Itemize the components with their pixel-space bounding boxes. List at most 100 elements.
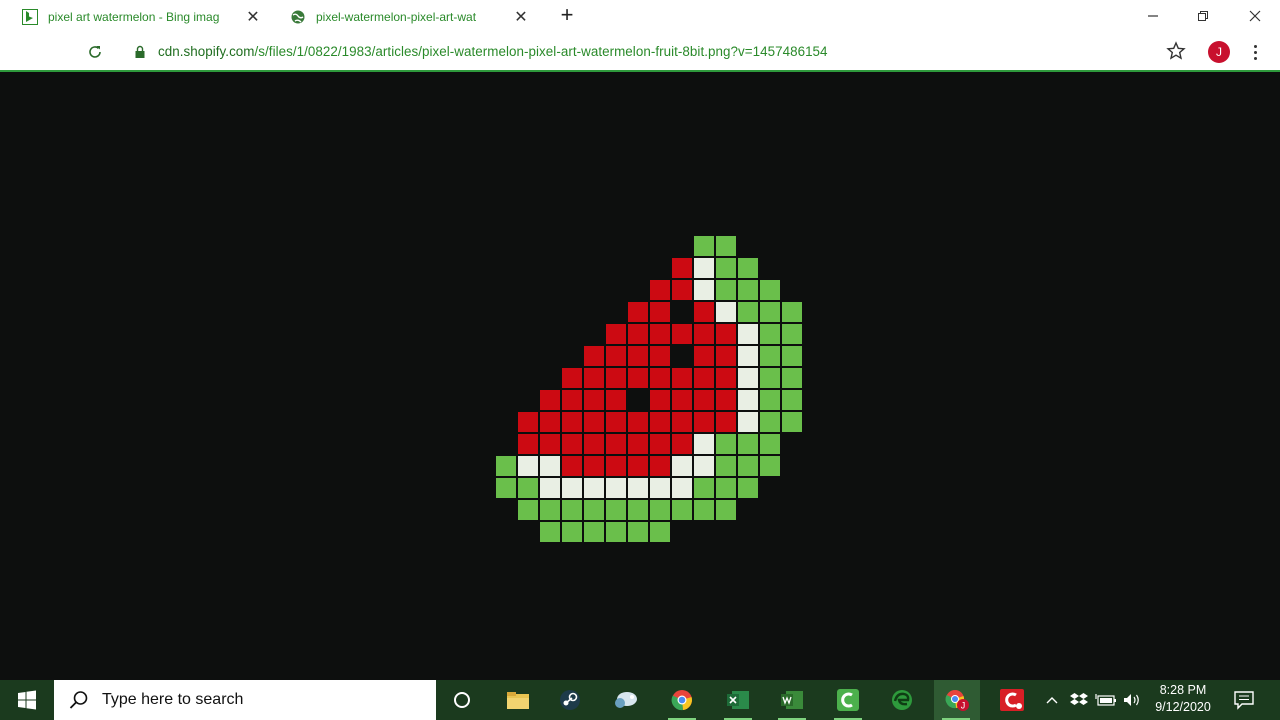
pixel-cell (562, 412, 582, 432)
tab-title: pixel-watermelon-pixel-art-wat (316, 10, 477, 24)
pixel-cell (738, 390, 758, 410)
close-window-button[interactable] (1232, 0, 1278, 32)
pixel-cell (694, 368, 714, 388)
svg-text:J: J (961, 701, 966, 711)
pixel-cell (650, 390, 670, 410)
word-icon[interactable] (770, 680, 814, 720)
system-clock[interactable]: 8:28 PM 9/12/2020 (1148, 682, 1218, 718)
pixel-cell (584, 500, 604, 520)
cortana-icon[interactable] (440, 680, 484, 720)
pixel-cell (760, 456, 780, 476)
pixel-cell (606, 412, 626, 432)
pixel-cell (694, 258, 714, 278)
pixel-cell (738, 324, 758, 344)
pixel-cell (628, 434, 648, 454)
file-explorer-icon[interactable] (496, 680, 540, 720)
pixel-cell (672, 412, 692, 432)
pixel-cell (716, 456, 736, 476)
edge-icon[interactable] (880, 680, 924, 720)
pixel-cell (650, 280, 670, 300)
pixel-cell (650, 412, 670, 432)
pixel-cell (628, 456, 648, 476)
pixel-cell (716, 368, 736, 388)
pixel-cell (672, 302, 692, 322)
pixel-cell (716, 302, 736, 322)
pixel-cell (716, 236, 736, 256)
pixel-cell (540, 456, 560, 476)
pixel-cell (562, 500, 582, 520)
camtasia-icon[interactable] (826, 680, 870, 720)
tab-image[interactable]: pixel-watermelon-pixel-art-wat ✕ (282, 0, 540, 34)
pixel-cell (672, 456, 692, 476)
pixel-cell (782, 324, 802, 344)
pixel-cell (760, 346, 780, 366)
pixel-cell (606, 456, 626, 476)
browser-toolbar: cdn.shopify.com/s/files/1/0822/1983/arti… (0, 34, 1280, 72)
pixel-cell (738, 412, 758, 432)
pixel-cell (606, 500, 626, 520)
dropbox-icon[interactable] (1068, 680, 1090, 720)
pixel-cell (562, 478, 582, 498)
pixel-cell (782, 390, 802, 410)
pixel-cell (606, 478, 626, 498)
pixel-cell (518, 456, 538, 476)
chrome-profile-icon[interactable]: J (934, 680, 980, 720)
globe-icon (290, 9, 306, 25)
battery-icon[interactable] (1094, 680, 1118, 720)
tab-bing-images[interactable]: pixel art watermelon - Bing imag ✕ (14, 0, 272, 34)
pixel-cell (738, 368, 758, 388)
new-tab-button[interactable]: + (556, 4, 578, 27)
bookmark-star-icon[interactable] (1166, 41, 1186, 61)
pixel-cell (738, 478, 758, 498)
chrome-icon[interactable] (660, 680, 704, 720)
pixel-cell (518, 412, 538, 432)
pixel-cell (496, 456, 516, 476)
pixel-cell (562, 368, 582, 388)
chevron-up-icon[interactable] (1042, 680, 1062, 720)
pixel-cell (738, 280, 758, 300)
network-app-icon[interactable] (604, 680, 648, 720)
clock-time: 8:28 PM (1159, 683, 1207, 697)
pixel-cell (628, 478, 648, 498)
minimize-button[interactable] (1130, 0, 1176, 32)
lock-icon[interactable] (134, 45, 146, 59)
taskbar-search-box[interactable]: Type here to search (54, 680, 436, 720)
volume-icon[interactable] (1120, 680, 1144, 720)
pixel-cell (628, 500, 648, 520)
pixel-cell (540, 478, 560, 498)
pixel-cell (650, 522, 670, 542)
pixel-cell (584, 434, 604, 454)
pixel-cell (760, 324, 780, 344)
pixel-cell (650, 302, 670, 322)
pixel-cell (694, 236, 714, 256)
notification-icon[interactable] (1232, 688, 1256, 712)
camtasia-recorder-icon[interactable] (990, 680, 1034, 720)
browser-menu-button[interactable] (1248, 41, 1262, 63)
pixel-cell (694, 280, 714, 300)
close-icon[interactable]: ✕ (512, 7, 530, 27)
close-icon (1249, 10, 1261, 22)
pixel-cell (628, 368, 648, 388)
steam-icon[interactable] (548, 680, 592, 720)
pixel-cell (606, 324, 626, 344)
pixel-cell (540, 500, 560, 520)
windows-taskbar: Type here to search J 8:28 PM 9/12/2020 (0, 680, 1280, 720)
pixel-cell (606, 434, 626, 454)
profile-avatar[interactable]: J (1208, 41, 1230, 63)
pixel-cell (628, 302, 648, 322)
pixel-cell (738, 346, 758, 366)
pixel-cell (540, 390, 560, 410)
tab-title: pixel art watermelon - Bing imag (48, 10, 220, 24)
address-bar[interactable]: cdn.shopify.com/s/files/1/0822/1983/arti… (158, 44, 828, 59)
watermelon-pixel-art (496, 236, 802, 542)
start-button[interactable] (0, 680, 54, 720)
reload-button[interactable] (84, 41, 106, 63)
pixel-cell (760, 390, 780, 410)
pixel-cell (672, 390, 692, 410)
pixel-cell (694, 390, 714, 410)
excel-icon[interactable] (716, 680, 760, 720)
close-icon[interactable]: ✕ (244, 7, 262, 27)
pixel-cell (716, 434, 736, 454)
pixel-cell (518, 478, 538, 498)
restore-button[interactable] (1180, 0, 1226, 32)
